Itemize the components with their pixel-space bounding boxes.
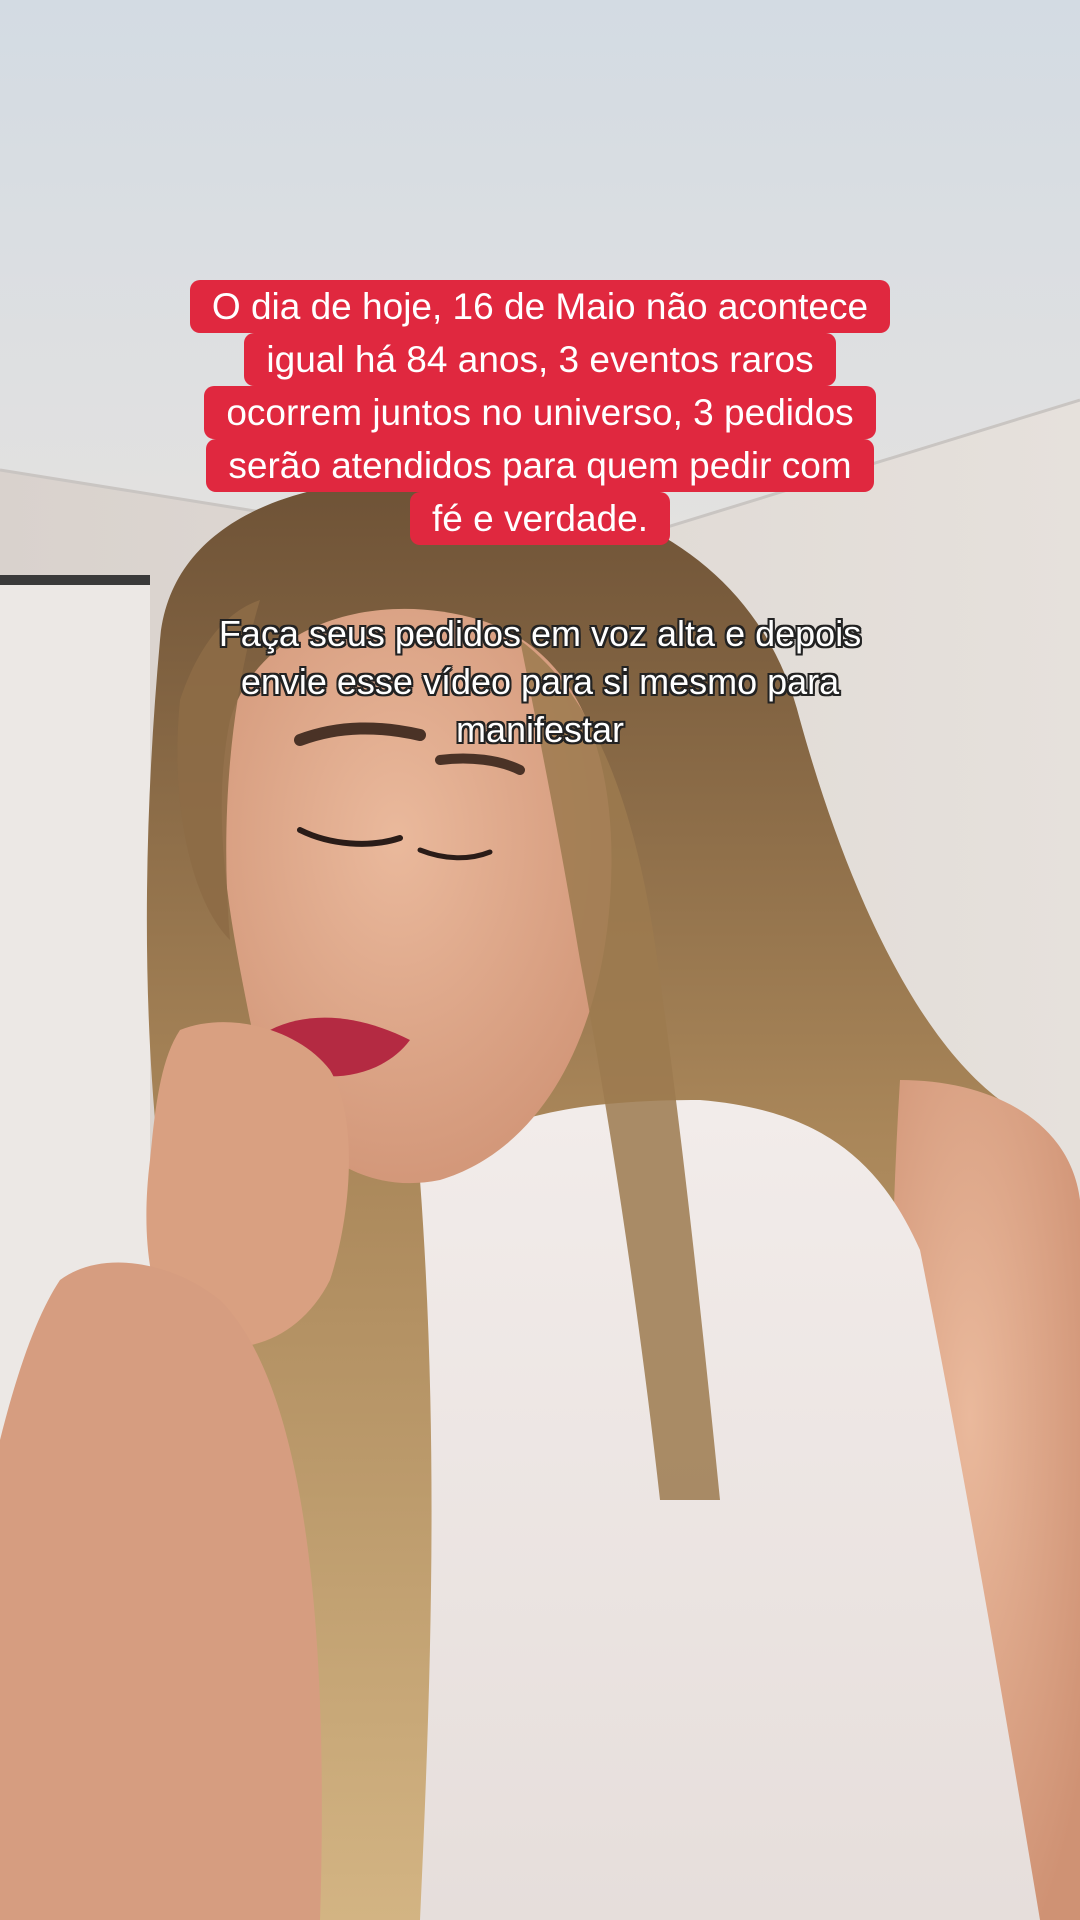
white-caption-line: envie esse vídeo para si mesmo para — [240, 661, 840, 702]
red-caption-line: ocorrem juntos no universo, 3 pedidos — [204, 386, 876, 439]
white-caption-line: Faça seus pedidos em voz alta e depois — [218, 613, 862, 654]
red-caption-line: fé e verdade. — [410, 492, 670, 545]
red-caption-line: igual há 84 anos, 3 eventos raros — [244, 333, 836, 386]
white-caption-overlay: Faça seus pedidos em voz alta e depois e… — [0, 610, 1080, 754]
red-caption-line: serão atendidos para quem pedir com — [206, 439, 874, 492]
red-caption-overlay: O dia de hoje, 16 de Maio não acontece i… — [0, 280, 1080, 545]
video-frame: O dia de hoje, 16 de Maio não acontece i… — [0, 0, 1080, 1920]
white-caption-line: manifestar — [455, 709, 625, 750]
red-caption-line: O dia de hoje, 16 de Maio não acontece — [189, 280, 891, 333]
